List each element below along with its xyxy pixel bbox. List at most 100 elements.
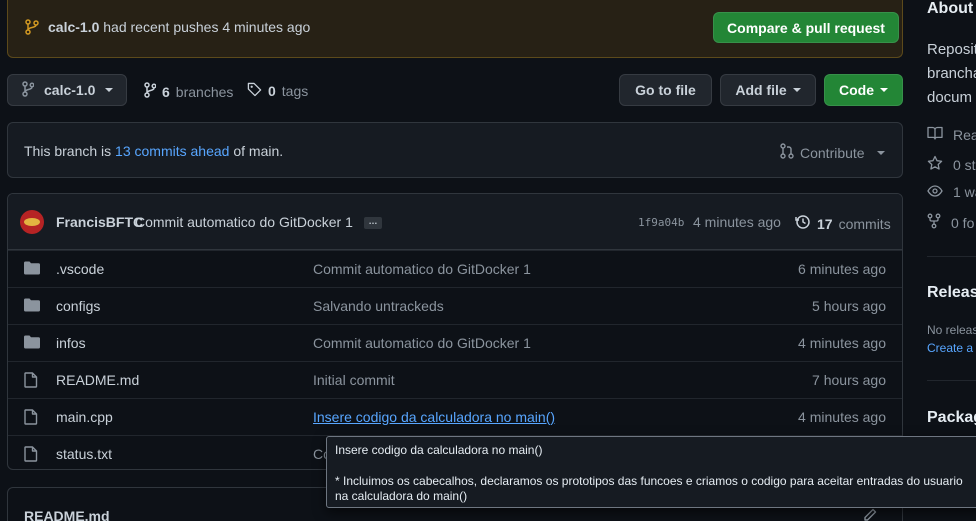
star-icon [927, 155, 943, 174]
tooltip-body: * Incluimos os cabecalhos, declaramos os… [335, 474, 963, 503]
contribute-dropdown[interactable]: Contribute [780, 143, 885, 162]
push-message: calc-1.0 had recent pushes 4 minutes ago [48, 19, 310, 35]
commit-sha[interactable]: 1f9a04b [638, 216, 684, 229]
folder-icon [24, 261, 40, 278]
expand-commit-button[interactable]: … [364, 217, 382, 229]
file-name-link[interactable]: .vscode [56, 261, 104, 277]
file-commit-message[interactable]: Salvando untrackeds [313, 298, 444, 314]
create-release-link[interactable]: Create a r [927, 341, 976, 355]
table-row[interactable]: README.md Initial commit 7 hours ago [8, 361, 902, 398]
about-desc-line: docum [927, 89, 973, 106]
commits-ahead-link[interactable]: 13 commits ahead [115, 143, 229, 159]
file-name-link[interactable]: configs [56, 298, 100, 314]
file-name-link[interactable]: status.txt [56, 446, 112, 462]
compare-pull-request-button[interactable]: Compare & pull request [713, 12, 899, 43]
git-branch-icon [144, 82, 157, 101]
file-name-link[interactable]: infos [56, 335, 86, 351]
branch-selector-button[interactable]: calc-1.0 [7, 74, 127, 106]
file-name-link[interactable]: main.cpp [56, 409, 113, 425]
file-commit-time: 4 minutes ago [798, 335, 886, 351]
pencil-icon[interactable] [863, 508, 877, 521]
table-row[interactable]: infos Commit automatico do GitDocker 1 4… [8, 324, 902, 361]
about-heading: About [927, 0, 974, 17]
file-commit-message[interactable]: Initial commit [313, 372, 395, 388]
branch-ahead-box: This branch is 13 commits ahead of main.… [7, 122, 903, 178]
file-icon [24, 446, 38, 465]
avatar[interactable] [20, 210, 44, 234]
latest-commit-row: FrancisBFTC Commit automatico do GitDock… [8, 194, 902, 250]
commit-message-tooltip: Insere codigo da calculadora no main() *… [326, 436, 976, 508]
repo-sidebar: About Reposit brancha docum Rea 0 st 1 w… [918, 0, 976, 521]
sidebar-divider [927, 256, 976, 257]
latest-commit-message[interactable]: Commit automatico do GitDocker 1 [135, 214, 353, 230]
forks-label: 0 fo [951, 214, 975, 231]
git-branch-icon [22, 80, 35, 100]
commit-author-link[interactable]: FrancisBFTC [56, 214, 143, 230]
about-desc-line: brancha [927, 65, 976, 82]
push-message-text: had recent pushes 4 minutes ago [99, 19, 311, 35]
table-row[interactable]: .vscode Commit automatico do GitDocker 1… [8, 250, 902, 287]
tags-label: tags [281, 83, 309, 99]
eye-icon [927, 184, 943, 200]
stars-link[interactable]: 0 st [927, 155, 976, 174]
commits-count: 17 [817, 215, 833, 232]
file-commit-message[interactable]: Insere codigo da calculadora no main() [313, 409, 555, 425]
pushed-branch-name[interactable]: calc-1.0 [48, 19, 99, 35]
branches-count: 6 [162, 83, 170, 100]
chevron-down-icon [105, 88, 114, 92]
history-icon [795, 214, 811, 233]
chevron-down-icon [792, 88, 801, 92]
file-name-link[interactable]: README.md [56, 372, 139, 388]
ahead-prefix: This branch is [24, 143, 116, 159]
fork-icon [927, 213, 941, 232]
branch-ahead-text: This branch is 13 commits ahead of main. [24, 143, 283, 159]
table-row[interactable]: configs Salvando untrackeds 5 hours ago [8, 287, 902, 324]
releases-heading[interactable]: Releas [927, 284, 976, 302]
commit-history-link[interactable]: 17 commits [795, 214, 891, 233]
add-file-label: Add file [735, 82, 787, 98]
contribute-label: Contribute [800, 144, 865, 161]
file-browser: FrancisBFTC Commit automatico do GitDock… [7, 193, 903, 470]
chevron-down-icon [880, 88, 888, 92]
about-description: Reposit brancha docum [927, 38, 976, 110]
go-to-file-button[interactable]: Go to file [619, 74, 712, 106]
tags-count: 0 [268, 83, 276, 99]
file-commit-time: 6 minutes ago [798, 261, 886, 277]
folder-icon [24, 298, 40, 315]
readme-title[interactable]: README.md [24, 508, 110, 521]
code-label: Code [839, 82, 874, 98]
watching-label: 1 wa [953, 184, 976, 200]
tooltip-title: Insere codigo da calculadora no main() [335, 443, 543, 457]
branches-link[interactable]: 6 branches [144, 82, 233, 101]
commit-time: 4 minutes ago [693, 214, 781, 230]
tag-icon [247, 82, 262, 100]
git-branch-icon [25, 19, 39, 38]
readme-label: Rea [953, 126, 976, 143]
folder-icon [24, 335, 40, 352]
file-icon [24, 372, 38, 391]
watchers-link[interactable]: 1 wa [927, 184, 976, 200]
sidebar-divider [927, 380, 976, 381]
branches-label: branches [175, 83, 234, 100]
packages-heading[interactable]: Packag [927, 409, 976, 427]
add-file-button[interactable]: Add file [720, 74, 816, 106]
branch-selector-label: calc-1.0 [44, 82, 96, 98]
file-commit-time: 5 hours ago [812, 298, 886, 314]
code-button[interactable]: Code [824, 74, 903, 106]
chevron-down-icon [876, 150, 885, 155]
forks-link[interactable]: 0 fo [927, 213, 974, 232]
commits-label: commits [838, 215, 891, 232]
file-commit-time: 7 hours ago [812, 372, 886, 388]
recent-push-banner: calc-1.0 had recent pushes 4 minutes ago… [7, 0, 903, 58]
file-commit-time: 4 minutes ago [798, 409, 886, 425]
table-row[interactable]: main.cpp Insere codigo da calculadora no… [8, 398, 902, 435]
readme-link[interactable]: Rea [927, 126, 976, 143]
stars-label: 0 st [953, 156, 976, 173]
about-desc-line: Reposit [927, 41, 976, 58]
book-icon [927, 126, 943, 143]
tags-link[interactable]: 0 tags [247, 82, 308, 100]
file-commit-message[interactable]: Commit automatico do GitDocker 1 [313, 335, 531, 351]
ahead-suffix: of main. [229, 143, 284, 159]
no-releases-text: No releas [927, 323, 976, 337]
file-commit-message[interactable]: Commit automatico do GitDocker 1 [313, 261, 531, 277]
